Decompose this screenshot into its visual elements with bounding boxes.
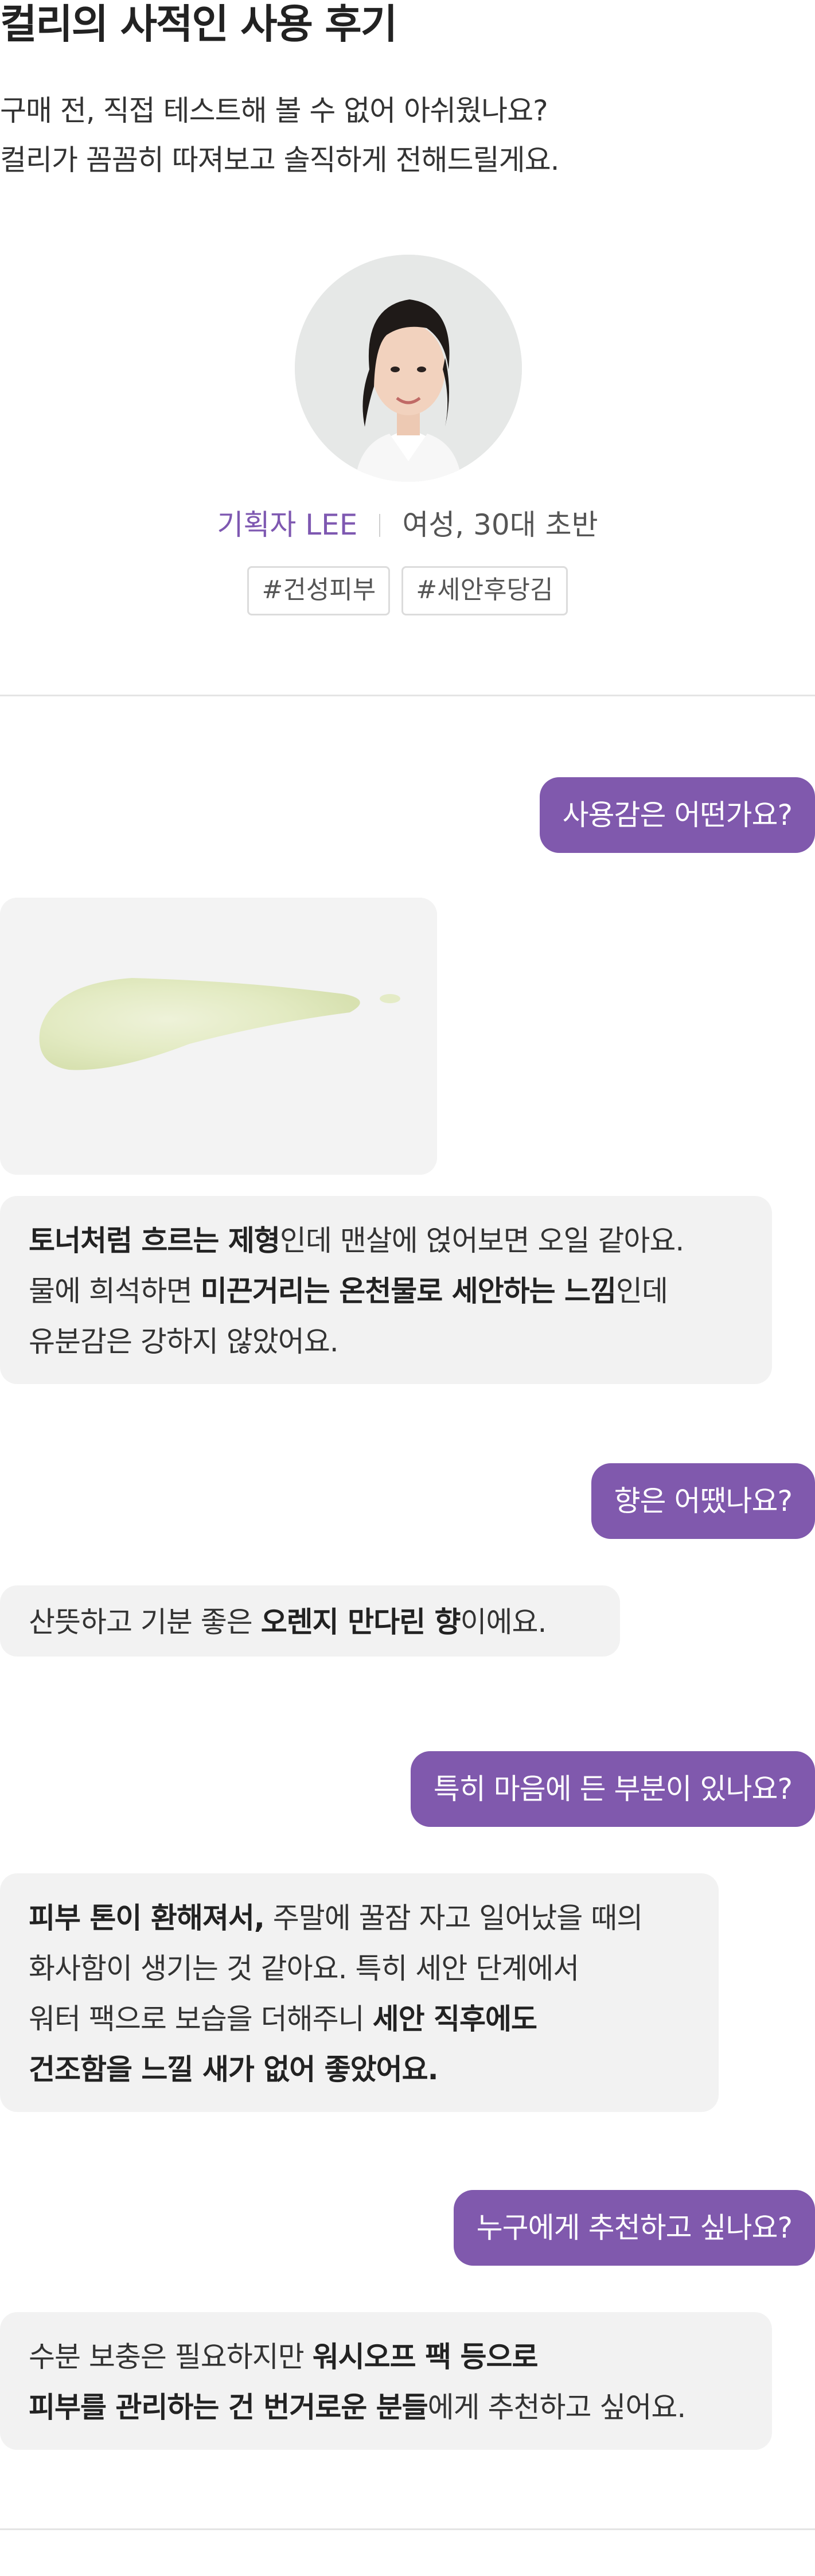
answer-text: 인데 <box>616 1275 668 1308</box>
answer-text: 이에요. <box>460 1605 547 1639</box>
reviewer-portrait-image <box>295 255 522 482</box>
answer-text: 오렌지 만다린 향 <box>260 1605 461 1639</box>
reviewer-avatar <box>295 255 522 482</box>
answer-line: 수분 보충은 필요하지만 워시오프 팩 등으로 <box>29 2332 743 2382</box>
answer-bubble: 수분 보충은 필요하지만 워시오프 팩 등으로 피부를 관리하는 건 번거로운 … <box>0 2312 772 2450</box>
texture-swatch-image <box>0 898 437 1175</box>
section-divider <box>0 695 815 696</box>
answer-text: 화사함이 생기는 것 같아요. 특히 세안 단계에서 <box>29 1952 579 1985</box>
answer-text: 토너처럼 흐르는 제형 <box>29 1224 280 1257</box>
intro-text: 구매 전, 직접 테스트해 볼 수 없어 아쉬웠나요? 컬리가 꼼꼼히 따져보고… <box>0 86 559 185</box>
answer-line: 워터 팩으로 보습을 더해주니 세안 직후에도 <box>29 1994 690 2044</box>
reviewer-profile: 기획자 LEE 여성, 30대 초반 <box>0 502 815 543</box>
reviewer-tags: #건성피부 #세안후당김 <box>0 566 815 615</box>
profile-separator <box>379 514 381 537</box>
answer-line: 피부를 관리하는 건 번거로운 분들에게 추천하고 싶어요. <box>29 2382 743 2433</box>
product-texture-photo <box>0 898 437 1175</box>
answer-bubble: 토너처럼 흐르는 제형인데 맨살에 얹어보면 오일 같아요. 물에 희석하면 미… <box>0 1196 772 1384</box>
answer-text: 물에 희석하면 <box>29 1275 201 1308</box>
reviewer-demographic: 여성, 30대 초반 <box>402 508 598 541</box>
answer-text: 피부 톤이 환해져서, <box>29 1901 265 1935</box>
intro-line: 구매 전, 직접 테스트해 볼 수 없어 아쉬웠나요? <box>0 94 548 127</box>
answer-line: 산뜻하고 기분 좋은 오렌지 만다린 향이에요. <box>29 1597 591 1647</box>
answer-line: 화사함이 생기는 것 같아요. 특히 세안 단계에서 <box>29 1943 690 1994</box>
question-bubble: 향은 어땠나요? <box>591 1463 815 1539</box>
answer-text: 수분 보충은 필요하지만 <box>29 2340 313 2374</box>
skin-type-tag: #건성피부 <box>247 566 391 615</box>
answer-text: 에게 추천하고 싶어요. <box>427 2391 687 2424</box>
answer-text: 주말에 꿀잠 자고 일어났을 때의 <box>264 1901 644 1935</box>
answer-line: 토너처럼 흐르는 제형인데 맨살에 얹어보면 오일 같아요. <box>29 1215 743 1266</box>
answer-text: 산뜻하고 기분 좋은 <box>29 1605 261 1639</box>
answer-text: 워시오프 팩 등으로 <box>312 2340 539 2374</box>
concern-tag: #세안후당김 <box>401 566 568 615</box>
answer-bubble: 피부 톤이 환해져서, 주말에 꿀잠 자고 일어났을 때의 화사함이 생기는 것… <box>0 1873 719 2112</box>
question-bubble: 사용감은 어떤가요? <box>539 777 815 853</box>
question-bubble: 누구에게 추천하고 싶나요? <box>453 2190 815 2266</box>
answer-text: 인데 맨살에 얹어보면 오일 같아요. <box>279 1224 684 1257</box>
answer-line: 유분감은 강하지 않았어요. <box>29 1316 743 1367</box>
answer-line: 피부 톤이 환해져서, 주말에 꿀잠 자고 일어났을 때의 <box>29 1893 690 1943</box>
page-title: 컬리의 사적인 사용 후기 <box>0 1 397 48</box>
answer-text: 세안 직후에도 <box>372 2002 537 2036</box>
answer-line: 물에 희석하면 미끈거리는 온천물로 세안하는 느낌인데 <box>29 1266 743 1316</box>
answer-text: 유분감은 강하지 않았어요. <box>29 1325 339 1358</box>
answer-text: 피부를 관리하는 건 번거로운 분들 <box>29 2391 428 2424</box>
reviewer-name: 기획자 LEE <box>217 508 358 541</box>
answer-text: 건조함을 느낄 새가 없어 좋았어요. <box>29 2053 439 2086</box>
section-divider <box>0 2528 815 2530</box>
intro-line: 컬리가 꼼꼼히 따져보고 솔직하게 전해드릴게요. <box>0 143 559 177</box>
answer-text: 워터 팩으로 보습을 더해주니 <box>29 2002 373 2036</box>
answer-line: 건조함을 느낄 새가 없어 좋았어요. <box>29 2044 690 2095</box>
answer-text: 미끈거리는 온천물로 세안하는 느낌 <box>200 1275 617 1308</box>
answer-bubble: 산뜻하고 기분 좋은 오렌지 만다린 향이에요. <box>0 1585 620 1657</box>
question-bubble: 특히 마음에 든 부분이 있나요? <box>410 1751 815 1827</box>
